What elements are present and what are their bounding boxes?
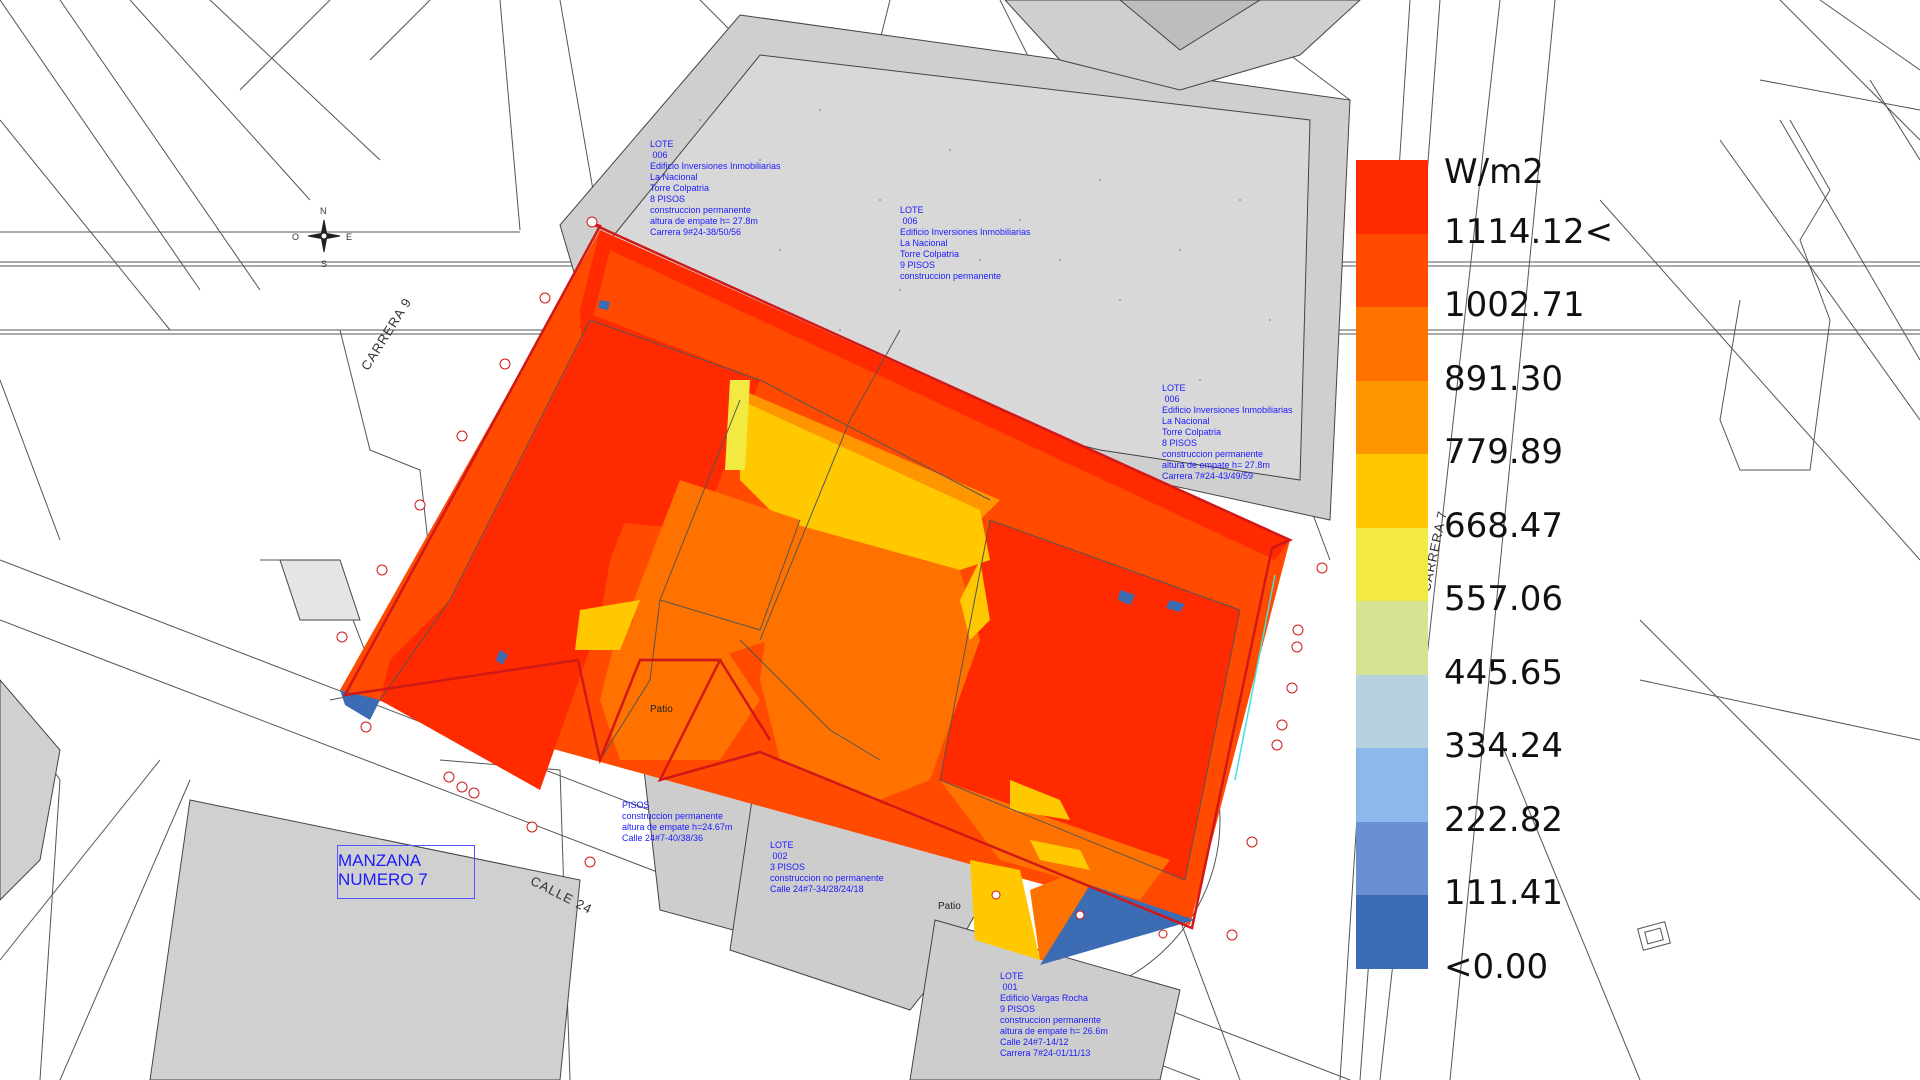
legend-swatch: [1356, 454, 1428, 528]
legend-row: <0.00: [1356, 947, 1656, 1042]
legend-swatch: [1356, 307, 1428, 381]
legend-value: 557.06: [1444, 579, 1563, 619]
legend-swatch: [1356, 748, 1428, 822]
legend-value: <0.00: [1444, 946, 1549, 987]
block-label: MANZANA NUMERO 7: [337, 845, 475, 899]
legend-value: 111.41: [1444, 873, 1563, 913]
compass-east-label: E: [346, 232, 353, 242]
lot-006-label-east: LOTE 006 Edificio Inversiones Inmobiliar…: [1162, 383, 1293, 481]
legend-value: 779.89: [1444, 432, 1563, 472]
legend-value: 1114.12<: [1444, 211, 1614, 252]
legend-swatch: [1356, 601, 1428, 675]
legend-swatch: [1356, 895, 1428, 969]
color-legend: 1114.12< 1002.71 891.30 779.89 668.47 557.06 4…: [1356, 160, 1656, 987]
patio-label-south: Patio: [938, 901, 961, 912]
legend-swatch-top: [1356, 160, 1428, 234]
legend-value: 891.30: [1444, 358, 1563, 399]
legend-swatch: [1356, 233, 1428, 308]
legend-value: 668.47: [1444, 505, 1563, 546]
lot-002-label: LOTE 002 3 PISOS construccion no permane…: [770, 840, 884, 894]
legend-value: 334.24: [1444, 726, 1563, 766]
lot-006-label-west: LOTE 006 Edificio Inversiones Inmobiliar…: [650, 139, 781, 237]
lot-006-label-center: LOTE 006 Edificio Inversiones Inmobiliar…: [900, 205, 1031, 281]
legend-value: 445.65: [1444, 652, 1563, 693]
compass-rose: [307, 219, 341, 253]
legend-swatch: [1356, 821, 1428, 896]
legend-value: 1002.71: [1444, 285, 1585, 325]
legend-swatch: [1356, 674, 1428, 749]
compass-west-label: O: [292, 232, 300, 242]
block-label-line-2: NUMERO 7: [338, 870, 428, 889]
block-label-line-1: MANZANA: [338, 851, 422, 870]
legend-swatch: [1356, 527, 1428, 602]
legend-value: 222.82: [1444, 799, 1563, 840]
compass-north-label: N: [320, 206, 327, 216]
patio-label-west: Patio: [650, 704, 673, 715]
compass-south-label: S: [321, 259, 328, 269]
lot-001-label: LOTE 001 Edificio Vargas Rocha 9 PISOS c…: [1000, 971, 1108, 1058]
lot-pisos-label: PISOS construccion permanente altura de …: [622, 800, 733, 843]
map-stage: N S E O CARRERA 9 CARRERA 7 CALLE 24 LOT…: [0, 0, 1920, 1080]
legend-swatch: [1356, 380, 1428, 455]
